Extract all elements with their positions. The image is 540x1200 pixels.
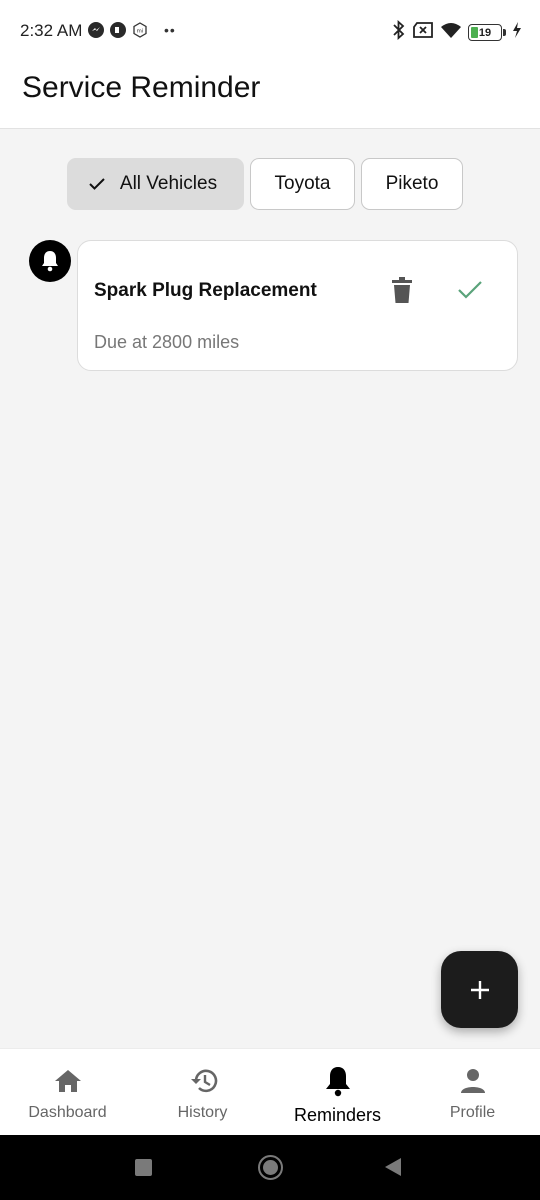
- bell-icon: [324, 1066, 352, 1097]
- app-bar: Service Reminder: [0, 62, 540, 129]
- nav-item-dashboard[interactable]: Dashboard: [0, 1049, 135, 1135]
- back-button[interactable]: [385, 1158, 401, 1176]
- home-icon: [54, 1066, 82, 1096]
- chip-piketo[interactable]: Piketo: [361, 158, 463, 210]
- battery-level: 19: [478, 26, 492, 39]
- home-button[interactable]: [258, 1155, 283, 1180]
- recents-button[interactable]: [135, 1159, 152, 1176]
- nav-label: History: [177, 1104, 228, 1121]
- charging-icon: [512, 22, 522, 43]
- reminder-subtitle: Due at 2800 miles: [94, 332, 240, 352]
- vehicle-filter-chips: All Vehicles Toyota Piketo: [67, 158, 463, 210]
- person-icon: [460, 1066, 486, 1096]
- wifi-icon: [440, 21, 462, 44]
- nav-item-history[interactable]: History: [135, 1049, 270, 1135]
- bottom-nav: Dashboard History Reminders Profile: [0, 1048, 540, 1135]
- reminder-bell-badge: [29, 240, 71, 282]
- bell-icon: [42, 251, 58, 272]
- reminder-title: Spark Plug Replacement: [94, 280, 317, 301]
- page-title: Service Reminder: [22, 71, 261, 104]
- check-icon: [88, 177, 106, 191]
- chip-label: All Vehicles: [119, 173, 218, 194]
- messenger-icon: [88, 22, 104, 38]
- trash-icon: [392, 277, 412, 303]
- bluetooth-icon: [392, 19, 406, 45]
- status-bar: 2:32 AM mi •• 19: [0, 0, 540, 62]
- history-icon: [188, 1066, 218, 1096]
- status-right-icons: 19: [392, 19, 522, 45]
- nav-item-profile[interactable]: Profile: [405, 1049, 540, 1135]
- nav-item-reminders[interactable]: Reminders: [270, 1049, 405, 1135]
- battery-icon: 19: [468, 24, 502, 41]
- add-reminder-button[interactable]: [441, 951, 518, 1028]
- check-icon: [458, 281, 482, 299]
- reminder-card[interactable]: Spark Plug Replacement Due at 2800 miles: [77, 240, 518, 371]
- plus-icon: [470, 980, 489, 999]
- sim-x-icon: [412, 21, 434, 44]
- mark-done-button[interactable]: [456, 278, 484, 302]
- chip-label: Piketo: [385, 173, 439, 194]
- system-nav-bar: [0, 1135, 540, 1200]
- chip-toyota[interactable]: Toyota: [250, 158, 355, 210]
- delete-button[interactable]: [390, 276, 414, 304]
- chip-label: Toyota: [274, 173, 331, 194]
- chip-all-vehicles[interactable]: All Vehicles: [67, 158, 244, 210]
- nav-label: Dashboard: [28, 1104, 107, 1121]
- status-left-icons: mi ••: [88, 22, 176, 38]
- nav-label: Reminders: [293, 1105, 382, 1125]
- app-icon: [110, 22, 126, 38]
- more-dots-icon: ••: [164, 22, 176, 38]
- mi-icon: mi: [132, 22, 148, 38]
- svg-text:mi: mi: [137, 29, 144, 35]
- nav-label: Profile: [449, 1104, 496, 1121]
- status-time: 2:32 AM: [20, 21, 83, 40]
